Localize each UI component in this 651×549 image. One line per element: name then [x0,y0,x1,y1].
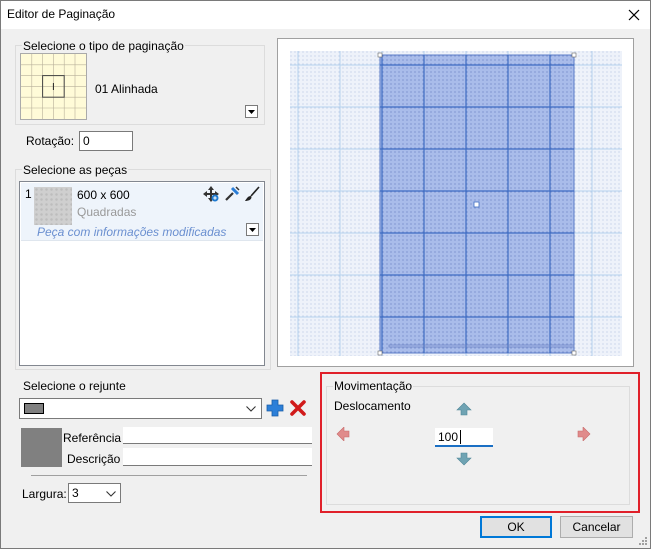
chevron-down-icon [246,406,256,412]
paging-editor-dialog: Editor de Paginação Selecione o tipo de … [0,0,651,549]
list-item[interactable]: 1 600 x 600 Quadradas Peça com informaçõ… [21,183,263,241]
reference-label: Referência [63,431,122,445]
description-input[interactable] [123,448,312,466]
text-cursor [460,430,461,444]
move-piece-icon[interactable] [203,186,219,202]
grout-color-swatch [24,403,44,414]
grout-group-label: Selecione o rejunte [22,379,127,393]
piece-size: 600 x 600 [77,188,130,202]
brush-icon[interactable] [244,186,260,202]
arrow-up-icon[interactable] [456,402,472,416]
pagination-type-group-label: Selecione o tipo de paginação [22,39,185,53]
arrow-left-icon[interactable] [336,427,350,441]
tools-icon[interactable] [224,186,240,202]
chevron-down-icon [249,227,256,232]
reference-input[interactable] [123,427,312,444]
cancel-button[interactable]: Cancelar [560,516,633,538]
arrow-right-icon[interactable] [577,427,591,441]
displacement-label: Deslocamento [334,399,411,413]
pagination-preview[interactable] [277,38,634,367]
piece-dropdown-button[interactable] [246,223,259,236]
grout-separator [31,475,307,476]
pagination-type-dropdown-button[interactable] [245,105,258,118]
ok-button[interactable]: OK [480,516,552,538]
pagination-type-thumbnail [20,53,87,120]
close-icon [628,9,640,21]
rotation-input[interactable]: 0 [79,131,133,151]
description-label: Descrição [67,452,121,466]
arrow-down-icon[interactable] [456,452,472,466]
width-value: 3 [72,486,79,500]
red-x-icon[interactable] [289,399,307,417]
rotation-label: Rotação: [26,134,75,148]
title-bar: Editor de Paginação [1,1,650,29]
displacement-value: 100 [438,430,459,444]
window-title: Editor de Paginação [7,7,116,21]
preview-canvas [290,51,622,356]
piece-type: Quadradas [77,205,137,219]
chevron-down-icon [248,109,255,114]
movement-group-label: Movimentação [333,379,414,393]
piece-status: Peça com informações modificadas [37,225,227,239]
resize-grip-icon[interactable] [638,536,648,546]
close-button[interactable] [618,1,650,29]
grout-color-preview [21,428,62,467]
pieces-list: 1 600 x 600 Quadradas Peça com informaçõ… [19,181,265,366]
pagination-type-selected[interactable]: 01 Alinhada [95,82,158,96]
displacement-input[interactable]: 100 [435,428,493,447]
grout-color-combobox[interactable] [19,398,262,419]
plus-icon[interactable] [266,399,284,417]
chevron-down-icon [106,491,116,497]
piece-texture-thumbnail [34,187,72,225]
width-label: Largura: [22,487,67,501]
pieces-group-label: Selecione as peças [22,163,129,177]
width-select[interactable]: 3 [68,483,121,503]
aligned-pattern-icon [21,54,86,119]
piece-index: 1 [25,187,32,201]
